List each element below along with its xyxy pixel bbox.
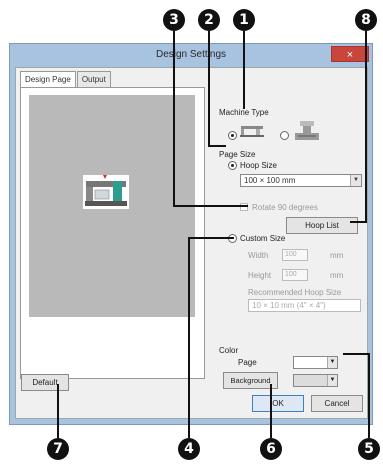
page-color-label: Page: [238, 358, 257, 367]
tab-strip: Design Page Output: [20, 71, 112, 88]
leader-8-h: [350, 221, 366, 223]
design-settings-dialog: Design Settings × Design Page Output Mac…: [9, 43, 373, 425]
leader-3-h: [173, 205, 248, 207]
machine-type-radio-2[interactable]: [280, 131, 289, 140]
leader-5: [368, 353, 370, 438]
custom-size-label: Custom Size: [240, 234, 286, 243]
chevron-down-icon: ▼: [327, 357, 337, 368]
chevron-down-icon: ▼: [327, 375, 337, 386]
hoop-size-value: 100 × 100 mm: [244, 176, 296, 185]
machine-type-label: Machine Type: [219, 108, 269, 117]
hoop-list-button[interactable]: Hoop List: [286, 217, 358, 234]
width-stepper[interactable]: 100: [282, 249, 308, 261]
leader-3: [173, 31, 175, 207]
chevron-down-icon: ▼: [350, 175, 361, 186]
recommended-hoop-field: 10 × 10 mm (4" × 4"): [248, 299, 361, 312]
leader-2-h: [208, 145, 226, 147]
machine-type-radio-1[interactable]: [228, 131, 237, 140]
leader-4-h: [188, 237, 234, 239]
leader-7: [57, 384, 59, 438]
callout-2: 2: [198, 9, 220, 31]
machine-type-1-icon: [240, 126, 264, 137]
callout-1: 1: [233, 9, 255, 31]
background-color-picker[interactable]: ▼: [293, 374, 338, 387]
height-unit: mm: [330, 271, 344, 280]
hoop-size-radio[interactable]: [228, 161, 237, 170]
page-color-picker[interactable]: ▼: [293, 356, 338, 369]
callout-8: 8: [355, 9, 377, 31]
callout-6: 6: [260, 438, 282, 460]
leader-2: [208, 31, 210, 147]
leader-5-h: [343, 353, 369, 355]
page-size-label: Page Size: [219, 150, 256, 159]
width-label: Width: [248, 251, 269, 260]
leader-4: [188, 237, 190, 438]
recommended-hoop-label: Recommended Hoop Size: [248, 288, 342, 297]
machine-type-2-icon: [295, 121, 319, 140]
close-button[interactable]: ×: [331, 46, 369, 62]
page-preview: [29, 95, 195, 317]
hoop-size-label: Hoop Size: [240, 161, 277, 170]
ok-button[interactable]: OK: [252, 395, 304, 412]
callout-5: 5: [358, 438, 380, 460]
title-bar[interactable]: Design Settings ×: [10, 44, 372, 66]
leader-8: [365, 31, 367, 223]
hoop-size-select[interactable]: 100 × 100 mm ▼: [240, 174, 362, 187]
sewing-machine-icon: [83, 175, 129, 209]
color-label: Color: [219, 346, 239, 355]
dialog-client: Design Page Output Machine Type Page Siz…: [15, 67, 368, 419]
rotate-90-label: Rotate 90 degrees: [252, 203, 318, 212]
tab-design-page[interactable]: Design Page: [20, 71, 76, 88]
height-label: Height: [248, 271, 272, 280]
leader-1: [243, 31, 245, 109]
design-page-panel: [20, 87, 205, 379]
callout-3: 3: [163, 9, 185, 31]
tab-output[interactable]: Output: [76, 71, 111, 87]
height-stepper[interactable]: 100: [282, 269, 308, 281]
callout-4: 4: [178, 438, 200, 460]
cancel-button[interactable]: Cancel: [311, 395, 363, 412]
leader-6: [270, 384, 272, 438]
callout-7: 7: [47, 438, 69, 460]
width-unit: mm: [330, 251, 344, 260]
default-button[interactable]: Default: [21, 374, 69, 391]
dialog-title: Design Settings: [155, 49, 227, 60]
